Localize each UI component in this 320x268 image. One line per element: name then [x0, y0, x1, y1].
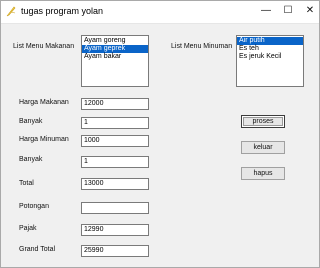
banyak-minuman-field[interactable]: 1 [81, 156, 149, 168]
proses-button[interactable]: proses [241, 115, 285, 128]
window-title: tugas program yolan [21, 6, 104, 16]
drink-item-selected[interactable]: Air putih [237, 37, 303, 45]
label-banyak-minuman: Banyak [19, 156, 43, 163]
total-field[interactable]: 13000 [81, 178, 149, 190]
harga-makanan-field[interactable]: 12000 [81, 98, 149, 110]
app-window: tugas program yolan — ☐ ✕ List Menu Maka… [0, 0, 320, 268]
close-icon[interactable]: ✕ [297, 3, 320, 19]
label-harga-minuman: Harga Minuman [19, 136, 69, 143]
label-harga-makanan: Harga Makanan [19, 99, 69, 106]
banyak-makanan-field[interactable]: 1 [81, 117, 149, 129]
pajak-field[interactable]: 12990 [81, 224, 149, 236]
label-potongan: Potongan [19, 203, 49, 210]
potongan-field[interactable] [81, 202, 149, 214]
grand-total-field[interactable]: 25990 [81, 245, 149, 257]
drink-listbox[interactable]: Air putih Es teh Es jeruk Kecil [236, 35, 304, 87]
keluar-button[interactable]: keluar [241, 141, 285, 154]
drink-item[interactable]: Es teh [237, 45, 303, 53]
label-banyak-makanan: Banyak [19, 118, 43, 125]
app-feather-icon [6, 6, 16, 17]
title-bar: tugas program yolan — ☐ ✕ [1, 1, 319, 24]
label-menu-minuman: List Menu Minuman [171, 43, 233, 50]
hapus-button[interactable]: hapus [241, 167, 285, 180]
food-listbox[interactable]: Ayam goreng Ayam geprek Ayam bakar [81, 35, 149, 87]
label-pajak: Pajak [19, 225, 37, 232]
drink-item[interactable]: Es jeruk Kecil [237, 53, 303, 61]
label-menu-makanan: List Menu Makanan [13, 43, 75, 50]
label-total: Total [19, 180, 34, 187]
harga-minuman-field[interactable]: 1000 [81, 135, 149, 147]
food-item[interactable]: Ayam goreng [82, 37, 148, 45]
food-item-selected[interactable]: Ayam geprek [82, 45, 148, 53]
food-item[interactable]: Ayam bakar [82, 53, 148, 61]
label-grand-total: Grand Total [19, 246, 56, 253]
